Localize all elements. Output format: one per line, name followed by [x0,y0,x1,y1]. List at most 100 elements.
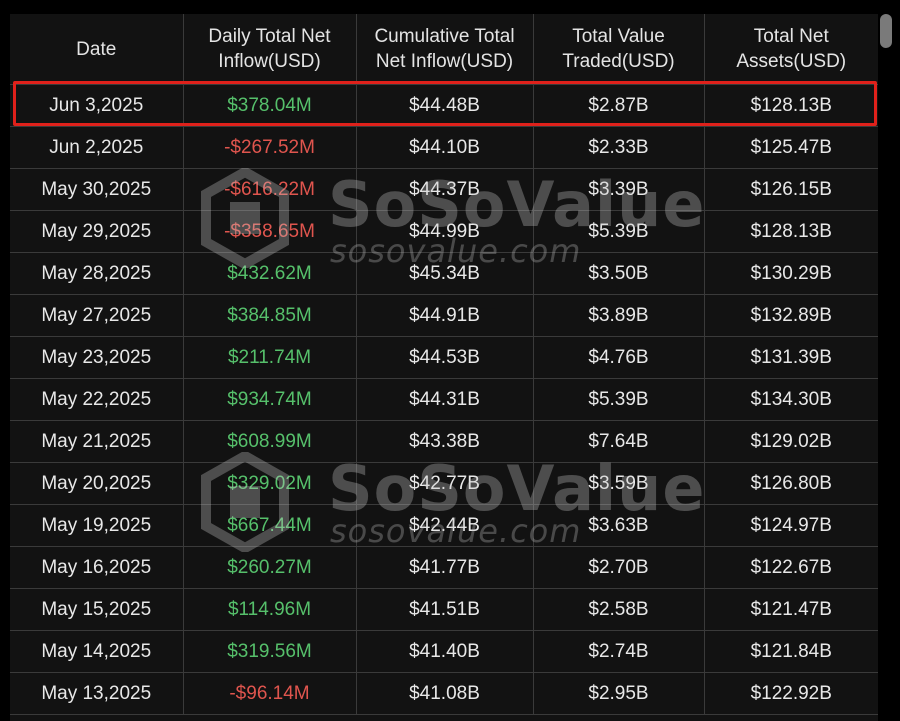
daily-net-inflow-cell: -$96.14M [183,672,357,715]
table-row[interactable]: May 20,2025 $329.02M $42.77B $3.59B $126.80B [10,462,878,505]
date-cell: May 23,2025 [10,336,184,379]
daily-net-inflow-cell: $114.96M [183,588,357,631]
table-row[interactable]: Jun 2,2025 -$267.52M $44.10B $2.33B $125.47B [10,126,878,169]
table-row[interactable]: May 27,2025 $384.85M $44.91B $3.89B $132.89B [10,294,878,337]
table-row[interactable]: May 13,2025 -$96.14M $41.08B $2.95B $122.92B [10,672,878,715]
date-cell: May 20,2025 [10,462,184,505]
date-cell: May 21,2025 [10,420,184,463]
total-value-traded-cell: $3.59B [533,462,705,505]
date-cell: May 14,2025 [10,630,184,673]
date-cell: May 29,2025 [10,210,184,253]
date-cell: May 22,2025 [10,378,184,421]
total-net-assets-column-header[interactable]: Total Net Assets(USD) [704,14,878,85]
date-cell: May 30,2025 [10,168,184,211]
cumulative-net-inflow-cell: $44.91B [356,294,534,337]
daily-net-inflow-cell: $608.99M [183,420,357,463]
cumulative-net-inflow-cell: $41.08B [356,672,534,715]
total-net-assets-cell: $124.97B [704,504,878,547]
header-label-line: Assets(USD) [736,51,847,72]
total-net-assets-cell: $122.92B [704,672,878,715]
cumulative-net-inflow-cell: $41.77B [356,546,534,589]
vertical-scrollbar[interactable] [880,14,892,48]
total-net-assets-cell: $125.47B [704,126,878,169]
table-row[interactable]: Jun 3,2025 $378.04M $44.48B $2.87B $128.13B [10,84,878,127]
table-row[interactable]: May 16,2025 $260.27M $41.77B $2.70B $122.67B [10,546,878,589]
etf-flow-table-container: Date Daily Total Net Inflow(USD) Cumulative… [10,14,878,721]
table-row[interactable]: May 14,2025 $319.56M $41.40B $2.74B $121.84B [10,630,878,673]
total-net-assets-cell: $134.30B [704,378,878,421]
header-row: Date Daily Total Net Inflow(USD) Cumulative… [10,14,878,85]
total-value-traded-cell: $3.63B [533,504,705,547]
date-cell: May 27,2025 [10,294,184,337]
cumulative-net-inflow-cell: $42.77B [356,462,534,505]
total-value-traded-cell: $2.33B [533,126,705,169]
total-value-traded-cell: $2.95B [533,672,705,715]
total-net-assets-cell: $130.29B [704,252,878,295]
date-column-header[interactable]: Date [10,14,184,85]
date-cell: Jun 3,2025 [10,84,184,127]
daily-net-inflow-cell: $667.44M [183,504,357,547]
total-value-traded-cell: $2.70B [533,546,705,589]
cumulative-net-inflow-cell: $44.53B [356,336,534,379]
cumulative-net-inflow-cell: $44.31B [356,378,534,421]
total-net-assets-cell: $121.47B [704,588,878,631]
total-value-traded-cell: $5.39B [533,378,705,421]
daily-net-inflow-cell: $384.85M [183,294,357,337]
date-cell: May 16,2025 [10,546,184,589]
daily-net-inflow-column-header[interactable]: Daily Total Net Inflow(USD) [183,14,357,85]
cumulative-net-inflow-cell: $41.40B [356,630,534,673]
total-value-traded-cell: $3.39B [533,168,705,211]
header-label-line: Date [76,38,117,60]
table-row[interactable]: May 19,2025 $667.44M $42.44B $3.63B $124.97B [10,504,878,547]
total-value-traded-column-header[interactable]: Total Value Traded(USD) [533,14,705,85]
table-row[interactable]: May 15,2025 $114.96M $41.51B $2.58B $121.47B [10,588,878,631]
cumulative-net-inflow-column-header[interactable]: Cumulative Total Net Inflow(USD) [356,14,534,85]
cumulative-net-inflow-cell: $45.34B [356,252,534,295]
table-row[interactable]: May 30,2025 -$616.22M $44.37B $3.39B $126.15… [10,168,878,211]
table-row[interactable]: May 22,2025 $934.74M $44.31B $5.39B $134.30B [10,378,878,421]
header-label-line: Inflow(USD) [218,51,321,72]
total-net-assets-cell: $131.39B [704,336,878,379]
table-row[interactable]: May 28,2025 $432.62M $45.34B $3.50B $130.29B [10,252,878,295]
total-net-assets-cell: $122.67B [704,546,878,589]
total-value-traded-cell: $4.76B [533,336,705,379]
total-value-traded-cell: $2.58B [533,588,705,631]
daily-net-inflow-cell: $260.27M [183,546,357,589]
cumulative-net-inflow-cell: $44.10B [356,126,534,169]
cumulative-net-inflow-cell: $44.37B [356,168,534,211]
table-body: Jun 3,2025 $378.04M $44.48B $2.87B $128.13B J… [10,84,878,715]
cumulative-net-inflow-cell: $43.38B [356,420,534,463]
date-cell: May 13,2025 [10,672,184,715]
daily-net-inflow-cell: $329.02M [183,462,357,505]
cumulative-net-inflow-cell: $42.44B [356,504,534,547]
header-label-line: Cumulative Total [374,26,515,47]
total-value-traded-cell: $2.74B [533,630,705,673]
total-net-assets-cell: $126.15B [704,168,878,211]
table-row[interactable]: May 29,2025 -$358.65M $44.99B $5.39B $128.13… [10,210,878,253]
table-row[interactable]: May 23,2025 $211.74M $44.53B $4.76B $131.39B [10,336,878,379]
header-label-line: Total Net [753,26,829,47]
cumulative-net-inflow-cell: $44.99B [356,210,534,253]
total-value-traded-cell: $5.39B [533,210,705,253]
daily-net-inflow-cell: -$358.65M [183,210,357,253]
daily-net-inflow-cell: $934.74M [183,378,357,421]
total-value-traded-cell: $7.64B [533,420,705,463]
total-net-assets-cell: $129.02B [704,420,878,463]
total-value-traded-cell: $2.87B [533,84,705,127]
total-net-assets-cell: $121.84B [704,630,878,673]
daily-net-inflow-cell: $432.62M [183,252,357,295]
header-label-line: Daily Total Net [208,26,331,47]
app-window: Date Daily Total Net Inflow(USD) Cumulative… [0,0,900,721]
date-cell: May 19,2025 [10,504,184,547]
table-row[interactable]: May 21,2025 $608.99M $43.38B $7.64B $129.02B [10,420,878,463]
daily-net-inflow-cell: -$616.22M [183,168,357,211]
date-cell: May 28,2025 [10,252,184,295]
daily-net-inflow-cell: $319.56M [183,630,357,673]
total-net-assets-cell: $126.80B [704,462,878,505]
total-net-assets-cell: $128.13B [704,84,878,127]
total-value-traded-cell: $3.89B [533,294,705,337]
date-cell: Jun 2,2025 [10,126,184,169]
daily-net-inflow-cell: -$267.52M [183,126,357,169]
header-label-line: Traded(USD) [562,51,675,72]
daily-net-inflow-cell: $211.74M [183,336,357,379]
